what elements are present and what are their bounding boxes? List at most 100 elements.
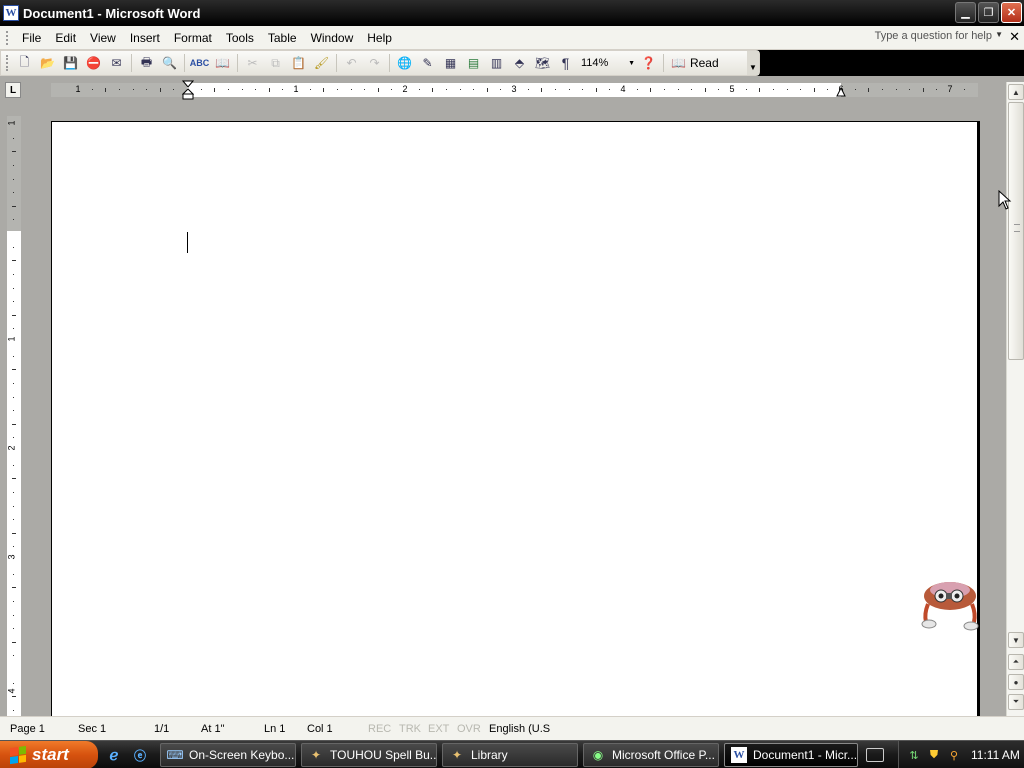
security-shield-icon[interactable]: ⛊ bbox=[927, 748, 941, 762]
menu-file[interactable]: File bbox=[15, 31, 48, 45]
taskbar-button-onscreen-keyboard[interactable]: ⌨ On-Screen Keybo... bbox=[160, 743, 296, 767]
ruler-tick bbox=[12, 532, 16, 534]
taskbar-button-touhou[interactable]: ✦ TOUHOU Spell Bu... bbox=[301, 743, 437, 767]
select-browse-object-icon[interactable]: ● bbox=[1008, 674, 1024, 690]
internet-explorer-icon[interactable]: ℯ bbox=[104, 745, 124, 765]
paste-icon[interactable]: 📋 bbox=[289, 53, 309, 73]
cut-icon[interactable]: ✂ bbox=[243, 53, 263, 73]
help-dropdown-icon[interactable]: ▼ bbox=[995, 30, 1003, 39]
insert-excel-icon[interactable]: ▤ bbox=[464, 53, 484, 73]
ruler-tick bbox=[609, 89, 611, 90]
scroll-up-icon[interactable]: ▲ bbox=[1008, 84, 1024, 100]
ruler-tick bbox=[391, 89, 393, 90]
menu-window[interactable]: Window bbox=[304, 31, 361, 45]
copy-icon[interactable]: ⧉ bbox=[266, 53, 286, 73]
ruler-tick bbox=[772, 89, 774, 90]
horizontal-ruler[interactable]: 1 1 2 3 4 5 6 7 bbox=[51, 80, 978, 100]
ruler-number: 1 bbox=[293, 84, 299, 94]
scroll-down-icon[interactable]: ▼ bbox=[1008, 632, 1024, 648]
network-icon[interactable]: ⇅ bbox=[907, 748, 921, 762]
ruler-tick bbox=[13, 137, 14, 139]
close-document-icon[interactable]: ✕ bbox=[1009, 29, 1020, 45]
menu-view[interactable]: View bbox=[83, 31, 123, 45]
ruler-number: 3 bbox=[6, 554, 17, 560]
toolbar-options-icon[interactable]: ▼ bbox=[747, 51, 759, 75]
ruler-tick bbox=[582, 89, 584, 90]
help-question-input[interactable]: Type a question for help bbox=[875, 30, 992, 42]
office-assistant[interactable] bbox=[920, 576, 980, 632]
menu-insert[interactable]: Insert bbox=[123, 31, 167, 45]
next-page-icon[interactable]: ⏷ bbox=[1008, 694, 1024, 710]
ie-shortcut-icon[interactable]: ⓔ bbox=[130, 745, 150, 765]
ruler-tick bbox=[282, 89, 284, 90]
task-label: On-Screen Keybo... bbox=[189, 748, 295, 762]
email-icon[interactable]: ✉ bbox=[107, 53, 127, 73]
tab-selector[interactable]: L bbox=[5, 82, 21, 98]
menu-tools[interactable]: Tools bbox=[219, 31, 261, 45]
zoom-select[interactable]: 114% ▼ bbox=[577, 54, 637, 72]
columns-icon[interactable]: ▥ bbox=[487, 53, 507, 73]
taskbar-button-library[interactable]: ✦ Library bbox=[442, 743, 578, 767]
ruler-tick bbox=[718, 89, 720, 90]
ruler-number: 4 bbox=[6, 688, 17, 694]
close-button[interactable]: ✕ bbox=[1001, 2, 1022, 23]
right-indent-marker[interactable] bbox=[836, 87, 846, 97]
redo-icon[interactable]: ↷ bbox=[365, 53, 385, 73]
read-button[interactable]: 📖 Read bbox=[667, 56, 723, 70]
format-painter-icon[interactable]: 🖌 bbox=[312, 53, 332, 73]
toolbar-grip[interactable] bbox=[6, 55, 9, 71]
save-icon[interactable]: 💾 bbox=[61, 53, 81, 73]
hyperlink-icon[interactable]: 🌐 bbox=[395, 53, 415, 73]
drawing-icon[interactable]: ⬘ bbox=[510, 53, 530, 73]
standard-toolbar: 🗋 📂 💾 ⛔ ✉ 🖶 🔍 ABC 📖 ✂ ⧉ 📋 🖌 ↶ ↷ 🌐 ✎ ▦ ▤ … bbox=[0, 50, 760, 76]
restore-button[interactable]: ❐ bbox=[978, 2, 999, 23]
ruler-number: 4 bbox=[620, 84, 626, 94]
menu-edit[interactable]: Edit bbox=[48, 31, 83, 45]
window-title: Document1 - Microsoft Word bbox=[23, 5, 201, 21]
ruler-tick bbox=[936, 89, 938, 90]
status-record-macro[interactable]: REC bbox=[368, 723, 391, 735]
menu-table[interactable]: Table bbox=[261, 31, 304, 45]
ruler-tick bbox=[159, 88, 161, 92]
taskbar: start ℯ ⓔ ⌨ On-Screen Keybo... ✦ TOUHOU … bbox=[0, 740, 1024, 768]
print-preview-icon[interactable]: 🔍 bbox=[160, 53, 180, 73]
ruler-tick bbox=[13, 464, 14, 466]
undo-icon[interactable]: ↶ bbox=[342, 53, 362, 73]
taskbar-button-word[interactable]: W Document1 - Micr... bbox=[724, 743, 858, 767]
search-icon[interactable]: ⚲ bbox=[947, 748, 961, 762]
vertical-ruler[interactable]: 1 1 2 3 4 bbox=[7, 116, 21, 716]
status-overtype[interactable]: OVR bbox=[457, 723, 481, 735]
open-folder-icon[interactable]: 📂 bbox=[38, 53, 58, 73]
menubar-grip[interactable] bbox=[6, 30, 9, 45]
clock[interactable]: 11:11 AM bbox=[971, 748, 1020, 762]
research-icon[interactable]: 📖 bbox=[213, 53, 233, 73]
keyboard-icon: ⌨ bbox=[166, 748, 184, 762]
ruler-tick bbox=[13, 491, 14, 493]
menu-format[interactable]: Format bbox=[167, 31, 219, 45]
indent-marker[interactable] bbox=[182, 80, 194, 100]
permission-icon[interactable]: ⛔ bbox=[84, 53, 104, 73]
show-hide-icon[interactable]: ¶ bbox=[556, 53, 576, 73]
insert-table-icon[interactable]: ▦ bbox=[441, 53, 461, 73]
language-bar-keyboard-icon[interactable] bbox=[866, 748, 884, 762]
scroll-thumb[interactable] bbox=[1008, 102, 1024, 360]
print-icon[interactable]: 🖶 bbox=[137, 53, 157, 73]
previous-page-icon[interactable]: ⏶ bbox=[1008, 654, 1024, 670]
minimize-button[interactable]: ▁ bbox=[955, 2, 976, 23]
help-icon[interactable]: ❓ bbox=[639, 53, 659, 73]
start-button[interactable]: start bbox=[0, 741, 98, 768]
status-language[interactable]: English (U.S bbox=[489, 723, 550, 735]
spelling-icon[interactable]: ABC bbox=[190, 53, 210, 73]
menu-help[interactable]: Help bbox=[360, 31, 399, 45]
status-extend-selection[interactable]: EXT bbox=[428, 723, 449, 735]
tables-borders-icon[interactable]: ✎ bbox=[418, 53, 438, 73]
ruler-tick bbox=[527, 89, 529, 90]
taskbar-button-office-picture[interactable]: ◉ Microsoft Office P... bbox=[583, 743, 719, 767]
status-track-changes[interactable]: TRK bbox=[399, 723, 421, 735]
document-page[interactable] bbox=[51, 121, 980, 716]
new-document-icon[interactable]: 🗋 bbox=[15, 53, 35, 73]
zoom-dropdown-icon[interactable]: ▼ bbox=[628, 60, 635, 67]
word-icon[interactable]: W bbox=[3, 5, 19, 21]
document-map-icon[interactable]: 🗺 bbox=[533, 53, 553, 73]
vertical-scrollbar[interactable]: ▲ ▼ ⏶ ● ⏷ bbox=[1006, 82, 1024, 716]
